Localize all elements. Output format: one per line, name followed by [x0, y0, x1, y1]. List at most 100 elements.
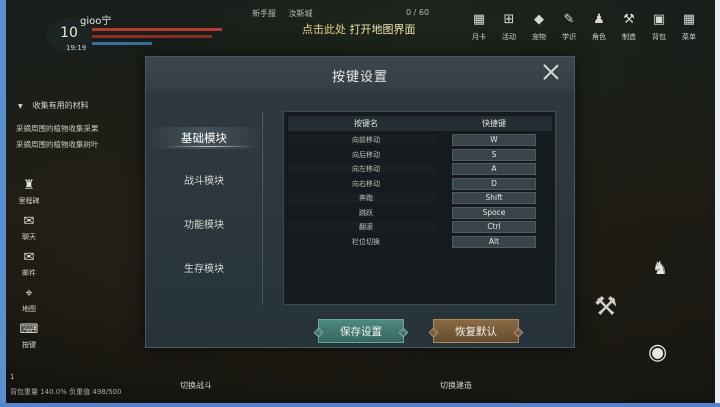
pet-icon: ◆: [534, 12, 544, 27]
column-header-key: 快捷键: [482, 119, 506, 128]
top-menu-craft[interactable]: ⚒ 制造: [617, 12, 641, 42]
dialog-header: 按键设置: [146, 57, 574, 91]
bottom-weight-info: 背包重量 140.0% 负重值 498/500: [10, 388, 122, 396]
stamina-bar: [92, 35, 212, 38]
action-name: 奔跑: [359, 194, 373, 203]
table-row: 栏位切换 Alt: [288, 235, 552, 250]
top-menu-character[interactable]: ♟ 角色: [587, 12, 611, 42]
table-row: 跳跃 Spoce: [288, 206, 552, 221]
top-menu-pet[interactable]: ◆ 宠物: [527, 12, 551, 42]
tab-function[interactable]: 功能模块: [146, 215, 262, 237]
key-binding-button[interactable]: Ctrl: [452, 221, 536, 234]
top-menu-knowledge[interactable]: ✎ 学识: [557, 12, 581, 42]
key-binding-button[interactable]: Alt: [452, 235, 536, 248]
collapse-triangle-icon: ▼: [18, 103, 23, 110]
action-name: 跳跃: [359, 208, 373, 217]
column-header-action: 按键名: [354, 119, 378, 128]
keybind-table: ⁘ 按键名 快捷键 向前移动W 向后移动S 向左移动A 向右移动D 奔跑Shif…: [283, 111, 556, 305]
table-row: 向后移动 S: [288, 148, 552, 163]
map-tip-prefix: 点击此处: [302, 23, 346, 36]
top-menu-label: 背包: [652, 33, 666, 41]
quest-title[interactable]: ▼ 收集有用的材料: [18, 100, 89, 111]
left-menu-label: 里程碑: [18, 197, 40, 205]
top-menu-main[interactable]: ▦ 菜单: [677, 12, 701, 42]
health-bar: [92, 28, 222, 31]
player-name: gioo宁: [80, 16, 112, 27]
tabs-divider: [262, 111, 263, 305]
progress-count: 0 / 60: [406, 8, 430, 17]
action-name: 向前移动: [352, 136, 380, 145]
close-icon[interactable]: [542, 63, 560, 81]
tab-combat[interactable]: 战斗模块: [146, 171, 262, 193]
calendar-icon: ▦: [472, 12, 486, 27]
table-row: 翻滚 Ctrl: [288, 220, 552, 235]
switch-build-button[interactable]: 切换建造: [440, 380, 472, 391]
table-row: 向前移动 W: [288, 133, 552, 148]
keyboard-icon: ⌨: [19, 322, 39, 337]
left-menu-label: 聊天: [22, 233, 36, 241]
map-pin-icon: ⌖: [25, 286, 33, 301]
top-menu-activity[interactable]: ⊞ 活动: [497, 12, 521, 42]
level-value: 10: [60, 25, 78, 41]
quest-line: 采摘周围的植物收集采果: [16, 124, 99, 133]
left-menu: ♜ 里程碑 ✉ 聊天 ✉ 邮件 ⌖ 地图 ⌨ 按键: [14, 178, 44, 358]
map-tip-text: 打开地图界面: [349, 23, 416, 36]
open-map-hint[interactable]: 点击此处 打开地图界面: [302, 21, 416, 37]
milestone-icon: ♜: [23, 178, 35, 193]
left-menu-chat[interactable]: ✉ 聊天: [14, 214, 44, 242]
tab-survival[interactable]: 生存模块: [146, 259, 262, 281]
top-menu-label: 角色: [592, 33, 606, 41]
server-name: 新手服: [252, 9, 276, 18]
save-settings-button[interactable]: 保存设置: [318, 319, 404, 343]
area-name: 汝斯城: [288, 9, 313, 18]
mail-icon: ✉: [23, 250, 35, 265]
quest-line: 采摘周围的植物收集树叶: [16, 140, 99, 149]
category-tabs: 基础模块 战斗模块 功能模块 生存模块: [146, 113, 262, 303]
character-icon: ♟: [593, 12, 605, 27]
switch-combat-button[interactable]: 切换战斗: [180, 380, 212, 391]
player-status[interactable]: 10 19:19 gioo宁: [16, 4, 222, 52]
level-time: 19:19: [66, 44, 87, 52]
left-menu-mail[interactable]: ✉ 邮件: [14, 250, 44, 278]
action-name: 向左移动: [352, 165, 380, 174]
quest-title-text: 收集有用的材料: [32, 101, 89, 110]
left-menu-label: 地图: [22, 305, 36, 313]
experience-bar: [92, 42, 152, 45]
key-settings-dialog: 按键设置 基础模块 战斗模块 功能模块 生存模块 ⁘ 按键名 快捷键 向前移动W…: [145, 56, 575, 348]
top-hud: 10 19:19 gioo宁 新手服 汝斯城 0 / 60 点击此处 打开地图界…: [6, 0, 715, 52]
key-binding-button[interactable]: Shift: [452, 192, 536, 205]
left-menu-label: 邮件: [22, 269, 36, 277]
top-menu-label: 菜单: [682, 33, 696, 41]
dodge-icon[interactable]: ◉: [648, 340, 667, 365]
table-row: 向右移动 D: [288, 177, 552, 192]
left-menu-milestone[interactable]: ♜ 里程碑: [14, 178, 44, 206]
window-frame-left: [0, 0, 6, 407]
knowledge-icon: ✎: [563, 12, 575, 27]
action-name: 向后移动: [352, 150, 380, 159]
key-binding-button[interactable]: A: [452, 163, 536, 176]
key-binding-button[interactable]: S: [452, 148, 536, 161]
left-menu-label: 按键: [22, 341, 36, 349]
key-binding-button[interactable]: D: [452, 177, 536, 190]
hammer-icon[interactable]: ⚒: [594, 292, 617, 322]
left-menu-keys[interactable]: ⌨ 按键: [14, 322, 44, 350]
jump-icon[interactable]: ♞: [652, 258, 668, 279]
gift-icon: ⊞: [503, 12, 515, 27]
top-menu-bag[interactable]: ▣ 背包: [647, 12, 671, 42]
action-name: 栏位切换: [352, 237, 380, 246]
action-name: 翻滚: [359, 223, 373, 232]
key-binding-button[interactable]: W: [452, 134, 536, 147]
top-menu-monthly-card[interactable]: ▦ 月卡: [467, 12, 491, 42]
left-menu-map[interactable]: ⌖ 地图: [14, 286, 44, 314]
tab-basic[interactable]: 基础模块: [146, 127, 262, 149]
menu-icon: ▦: [682, 12, 696, 27]
top-menu-label: 月卡: [472, 33, 486, 41]
top-menu: ▦ 月卡 ⊞ 活动 ◆ 宠物 ✎ 学识 ♟ 角色 ⚒ 制造 ▣ 背包 ▦ 菜单: [467, 12, 701, 42]
chat-icon: ✉: [23, 214, 35, 229]
table-row: 奔跑 Shift: [288, 191, 552, 206]
keybind-table-header: 按键名 快捷键: [288, 116, 552, 131]
key-binding-button[interactable]: Spoce: [452, 206, 536, 219]
window-frame-right: [715, 0, 720, 407]
window-frame-bottom: [0, 403, 720, 407]
restore-defaults-button[interactable]: 恢复默认: [433, 319, 519, 343]
